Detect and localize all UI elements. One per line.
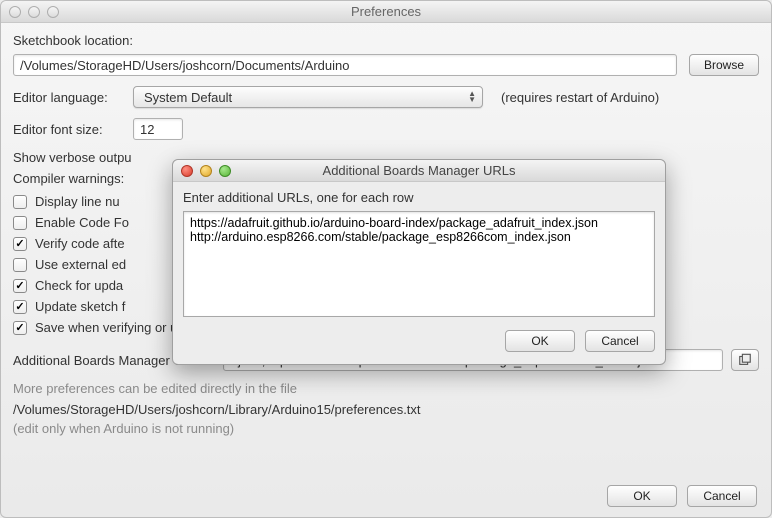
close-icon[interactable] (9, 6, 21, 18)
checkbox-update-sketch[interactable] (13, 300, 27, 314)
prefs-note-1: More preferences can be edited directly … (13, 381, 759, 396)
minimize-icon[interactable] (200, 165, 212, 177)
browse-button[interactable]: Browse (689, 54, 759, 76)
checkbox-verify-after-label: Verify code afte (35, 236, 125, 251)
prefs-note-3: (edit only when Arduino is not running) (13, 421, 759, 436)
checkbox-verify-after[interactable] (13, 237, 27, 251)
sketchbook-path-input[interactable] (13, 54, 677, 76)
checkbox-external-editor-label: Use external ed (35, 257, 126, 272)
additional-urls-dialog: Additional Boards Manager URLs Enter add… (172, 159, 666, 365)
window-title: Preferences (1, 4, 771, 19)
checkbox-code-folding[interactable] (13, 216, 27, 230)
window-controls (1, 6, 59, 18)
new-window-icon (738, 353, 752, 367)
modal-ok-button[interactable]: OK (505, 330, 575, 352)
editor-language-value: System Default (144, 90, 232, 105)
compiler-warnings-label: Compiler warnings: (13, 171, 124, 186)
checkbox-check-updates[interactable] (13, 279, 27, 293)
modal-body: Enter additional URLs, one for each row … (173, 182, 665, 364)
preferences-window: Preferences Sketchbook location: Browse … (0, 0, 772, 518)
checkbox-line-numbers-label: Display line nu (35, 194, 120, 209)
urls-textarea[interactable] (183, 211, 655, 317)
editor-language-note: (requires restart of Arduino) (501, 90, 659, 105)
zoom-icon[interactable] (219, 165, 231, 177)
dialog-footer: OK Cancel (607, 485, 757, 507)
cancel-button[interactable]: Cancel (687, 485, 757, 507)
updown-icon: ▲▼ (468, 91, 476, 103)
edit-urls-button[interactable] (731, 349, 759, 371)
editor-language-select[interactable]: System Default ▲▼ (133, 86, 483, 108)
checkbox-save-verify[interactable] (13, 321, 27, 335)
sketchbook-label: Sketchbook location: (13, 33, 749, 48)
ok-button[interactable]: OK (607, 485, 677, 507)
editor-fontsize-input[interactable] (133, 118, 183, 140)
zoom-icon[interactable] (47, 6, 59, 18)
editor-language-label: Editor language: (13, 90, 123, 105)
modal-footer: OK Cancel (183, 330, 655, 352)
verbose-label: Show verbose outpu (13, 150, 132, 165)
modal-window-controls (173, 165, 231, 177)
minimize-icon[interactable] (28, 6, 40, 18)
modal-title: Additional Boards Manager URLs (173, 163, 665, 178)
editor-fontsize-label: Editor font size: (13, 122, 123, 137)
close-icon[interactable] (181, 165, 193, 177)
checkbox-line-numbers[interactable] (13, 195, 27, 209)
titlebar: Preferences (1, 1, 771, 23)
checkbox-code-folding-label: Enable Code Fo (35, 215, 129, 230)
modal-cancel-button[interactable]: Cancel (585, 330, 655, 352)
checkbox-external-editor[interactable] (13, 258, 27, 272)
checkbox-update-sketch-label: Update sketch f (35, 299, 125, 314)
checkbox-check-updates-label: Check for upda (35, 278, 123, 293)
modal-titlebar: Additional Boards Manager URLs (173, 160, 665, 182)
prefs-file-path: /Volumes/StorageHD/Users/joshcorn/Librar… (13, 402, 759, 417)
modal-hint: Enter additional URLs, one for each row (183, 190, 655, 205)
